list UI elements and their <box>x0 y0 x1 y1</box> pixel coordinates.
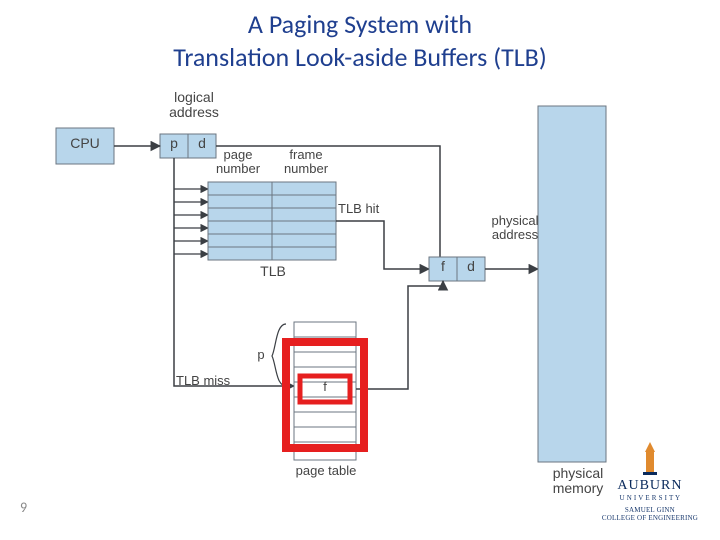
tlb-diagram-svg <box>48 86 672 510</box>
line-tlb-hit <box>336 221 429 269</box>
label-physical-address: physical address <box>480 214 550 243</box>
label-f-pagetable: f <box>310 380 340 394</box>
label-f: f <box>429 259 457 274</box>
tlb-table <box>208 182 336 260</box>
samford-tower-icon <box>641 442 659 476</box>
slide-number: 9 <box>20 499 27 516</box>
label-p-brace: p <box>252 348 270 362</box>
tlb-diagram: logical address CPU p d page number fram… <box>48 86 672 510</box>
label-d2: d <box>457 259 485 274</box>
label-p: p <box>160 136 188 151</box>
title-line-1: A Paging System with <box>248 8 472 40</box>
label-cpu: CPU <box>66 136 104 151</box>
line-pagetable-to-f <box>356 281 443 389</box>
label-logical-address: logical address <box>154 90 234 121</box>
logo-college-line1: SAMUEL GINN <box>602 506 698 514</box>
title-line-2: Translation Look-aside Buffers (TLB) <box>173 41 546 73</box>
logo-university-sub: U N I V E R S I T Y <box>602 494 698 502</box>
slide-title: A Paging System with Translation Look-as… <box>0 8 720 73</box>
logo-university-name: AUBURN <box>602 478 698 494</box>
label-tlb-miss: TLB miss <box>176 374 246 388</box>
label-tlb: TLB <box>248 264 298 279</box>
logo-college-line2: COLLEGE OF ENGINEERING <box>602 514 698 522</box>
physical-memory-box <box>538 106 606 462</box>
label-frame-number: frame number <box>274 148 338 177</box>
label-page-number: page number <box>206 148 270 177</box>
label-page-table: page table <box>286 464 366 478</box>
auburn-logo: AUBURN U N I V E R S I T Y SAMUEL GINN C… <box>602 442 698 522</box>
label-tlb-hit: TLB hit <box>338 202 398 216</box>
tlb-fanin <box>174 189 208 254</box>
